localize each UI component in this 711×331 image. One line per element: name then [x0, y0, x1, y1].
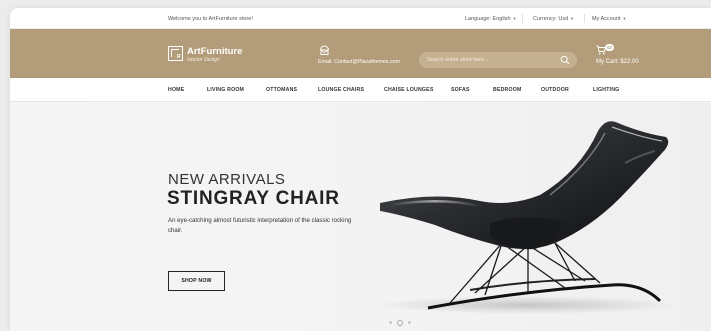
page-frame: Welcome you to ArtFurniture store! Langu… [10, 8, 711, 331]
brand-name[interactable]: ArtFurniture [187, 46, 242, 57]
nav-item-sofas[interactable]: SOFAS [451, 87, 470, 93]
contact-email[interactable]: Email: Contact@Plazathemes.com [318, 59, 400, 65]
chevron-down-icon: ▼ [570, 16, 575, 21]
chevron-down-icon: ▼ [512, 16, 517, 21]
nav-item-ottomans[interactable]: OTTOMANS [266, 87, 297, 93]
slider-dots [389, 314, 416, 331]
slider-dot-3[interactable] [408, 321, 411, 325]
nav-item-lighting[interactable]: LIGHTING [593, 87, 619, 93]
nav-item-lounge-chairs[interactable]: LOUNGE CHAIRS [318, 87, 364, 93]
chevron-down-icon: ▼ [622, 16, 627, 21]
shop-now-button[interactable]: SHOP NOW [168, 271, 225, 291]
currency-label: Currency: Usd [533, 16, 569, 22]
slider-dot-2[interactable] [397, 319, 403, 326]
nav-item-bedroom[interactable]: BEDROOM [493, 87, 522, 93]
cart-total[interactable]: My Cart: $22.00 [596, 59, 639, 65]
nav-item-living-room[interactable]: LIVING ROOM [207, 87, 244, 93]
search-input[interactable] [427, 55, 547, 65]
hero-title: STINGRAY CHAIR [167, 188, 340, 209]
top-bar: Welcome you to ArtFurniture store! Langu… [10, 8, 711, 29]
cart-count-badge: 02 [605, 44, 614, 51]
brand-tagline: Interior Design [187, 57, 220, 63]
divider [522, 14, 523, 23]
search-icon[interactable] [560, 55, 570, 65]
hero-description: An eye-catching almost futuristic interp… [168, 217, 352, 234]
slider-dot-1[interactable] [389, 321, 392, 325]
nav-item-outdoor[interactable]: OUTDOOR [541, 87, 569, 93]
account-menu[interactable]: My Account ▼ [592, 16, 626, 22]
nav-item-chaise-lounges[interactable]: CHAISE LOUNGES [384, 87, 434, 93]
logo-frame-icon[interactable]: R [168, 46, 183, 61]
main-nav: HOME LIVING ROOM OTTOMANS LOUNGE CHAIRS … [10, 78, 711, 102]
nav-item-home[interactable]: HOME [168, 87, 184, 93]
language-label: Language: English [465, 16, 511, 22]
chair-image [375, 121, 675, 314]
currency-selector[interactable]: Currency: Usd ▼ [533, 16, 574, 22]
welcome-text: Welcome you to ArtFurniture store! [168, 16, 253, 22]
language-selector[interactable]: Language: English ▼ [465, 16, 517, 22]
search-bar [419, 52, 577, 68]
envelope-icon [320, 45, 329, 55]
hero-kicker: NEW ARRIVALS [168, 171, 286, 188]
hero-slider: NEW ARRIVALS STINGRAY CHAIR An eye-catch… [10, 103, 711, 331]
divider [584, 14, 585, 23]
account-label: My Account [592, 16, 621, 22]
site-header: R ArtFurniture Interior Design Email: Co… [10, 29, 711, 78]
